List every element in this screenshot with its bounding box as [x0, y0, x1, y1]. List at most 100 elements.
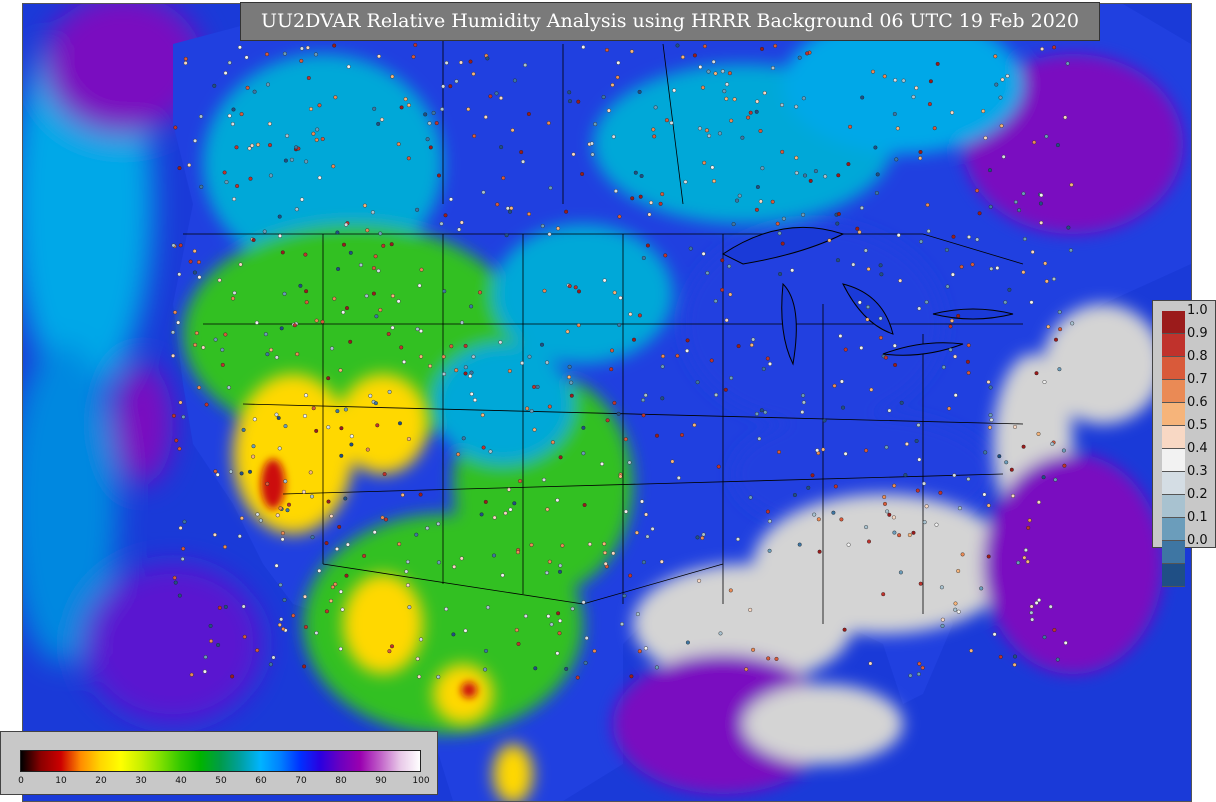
station-dot [189, 672, 194, 677]
station-dot [939, 585, 944, 590]
station-dot [941, 365, 946, 370]
station-dot [605, 48, 610, 53]
station-dot [305, 45, 310, 50]
station-dot [556, 611, 561, 616]
station-dot [606, 108, 611, 113]
station-dot [567, 284, 572, 289]
station-dot [1052, 45, 1057, 50]
station-dot [442, 372, 447, 377]
station-dot [173, 310, 178, 315]
station-dot [643, 393, 648, 398]
station-dot [1022, 236, 1027, 241]
station-dot [797, 55, 802, 60]
station-dot [832, 383, 837, 388]
station-dot [304, 289, 309, 294]
station-dot [372, 106, 377, 111]
station-dot [969, 648, 974, 653]
station-dot [1042, 635, 1047, 640]
station-dot [806, 485, 811, 490]
observation-colorbar: 1.0 0.9 0.8 0.7 0.6 0.5 0.4 0.3 0.2 0.1 0.0 [1152, 300, 1216, 587]
rh-colorbar-tick: 70 [295, 776, 307, 786]
station-dot [911, 94, 916, 99]
station-dot [417, 674, 422, 679]
station-dot [651, 127, 656, 132]
station-dot [724, 96, 729, 101]
station-dot [915, 488, 920, 493]
station-dot [680, 433, 685, 438]
station-dot [810, 473, 815, 478]
station-dot [989, 266, 994, 271]
station-dot [555, 651, 560, 656]
station-dot [706, 69, 711, 74]
station-dot [542, 288, 547, 293]
station-dot [415, 656, 420, 661]
station-dot [457, 227, 462, 232]
observation-colorbar-swatch [1162, 518, 1185, 541]
station-dot [672, 88, 677, 93]
station-dot [647, 212, 652, 217]
observation-colorbar-label: 0.5 [1187, 418, 1208, 433]
observation-colorbar-swatch [1162, 403, 1185, 426]
station-dot [187, 163, 192, 168]
station-dot [326, 425, 331, 430]
station-dot [434, 121, 439, 126]
station-dot [558, 563, 563, 568]
station-dot [701, 532, 706, 537]
station-dot [878, 263, 883, 268]
station-dot [641, 560, 646, 565]
station-dot [1003, 300, 1008, 305]
station-dot [326, 499, 331, 504]
station-dot [851, 262, 856, 267]
station-dot [761, 366, 766, 371]
station-dot [452, 564, 457, 569]
station-dot [375, 423, 380, 428]
station-dot [611, 134, 616, 139]
station-dot [232, 197, 237, 202]
station-dot [610, 348, 615, 353]
station-dot [339, 426, 344, 431]
station-dot [960, 552, 965, 557]
station-dot [481, 190, 486, 195]
station-dot [701, 251, 706, 256]
station-dot [558, 569, 563, 574]
station-dot [757, 436, 762, 441]
station-dot [815, 448, 820, 453]
station-dot [754, 207, 759, 212]
observation-colorbar-label: 0.8 [1187, 349, 1208, 364]
station-dot [469, 370, 474, 375]
station-dot [801, 212, 806, 217]
station-dot [444, 607, 449, 612]
station-dot [643, 646, 648, 651]
station-dot [378, 231, 383, 236]
station-dot [285, 133, 290, 138]
station-dot [215, 472, 220, 477]
station-dot [944, 247, 949, 252]
station-dot [1066, 225, 1071, 230]
station-dot [755, 184, 760, 189]
station-dot [197, 385, 202, 390]
station-dot [324, 609, 329, 614]
station-dot [664, 118, 669, 123]
station-dot [415, 207, 420, 212]
station-dot [916, 672, 921, 677]
station-dot [813, 169, 818, 174]
station-dot [956, 569, 961, 574]
station-dot [449, 197, 454, 202]
station-dot [713, 71, 718, 76]
station-dot [650, 526, 655, 531]
station-dot [723, 387, 728, 392]
station-dot [425, 137, 430, 142]
station-dot [242, 634, 247, 639]
station-dot [348, 250, 353, 255]
station-dot [1005, 73, 1010, 78]
station-dot [986, 380, 991, 385]
station-dot [390, 293, 395, 298]
station-dot [839, 379, 844, 384]
station-dot [247, 469, 252, 474]
station-dot [278, 506, 283, 511]
station-dot [589, 141, 594, 146]
station-dot [683, 179, 688, 184]
station-dot [308, 470, 313, 475]
station-dot [568, 99, 573, 104]
station-dot [1012, 662, 1017, 667]
